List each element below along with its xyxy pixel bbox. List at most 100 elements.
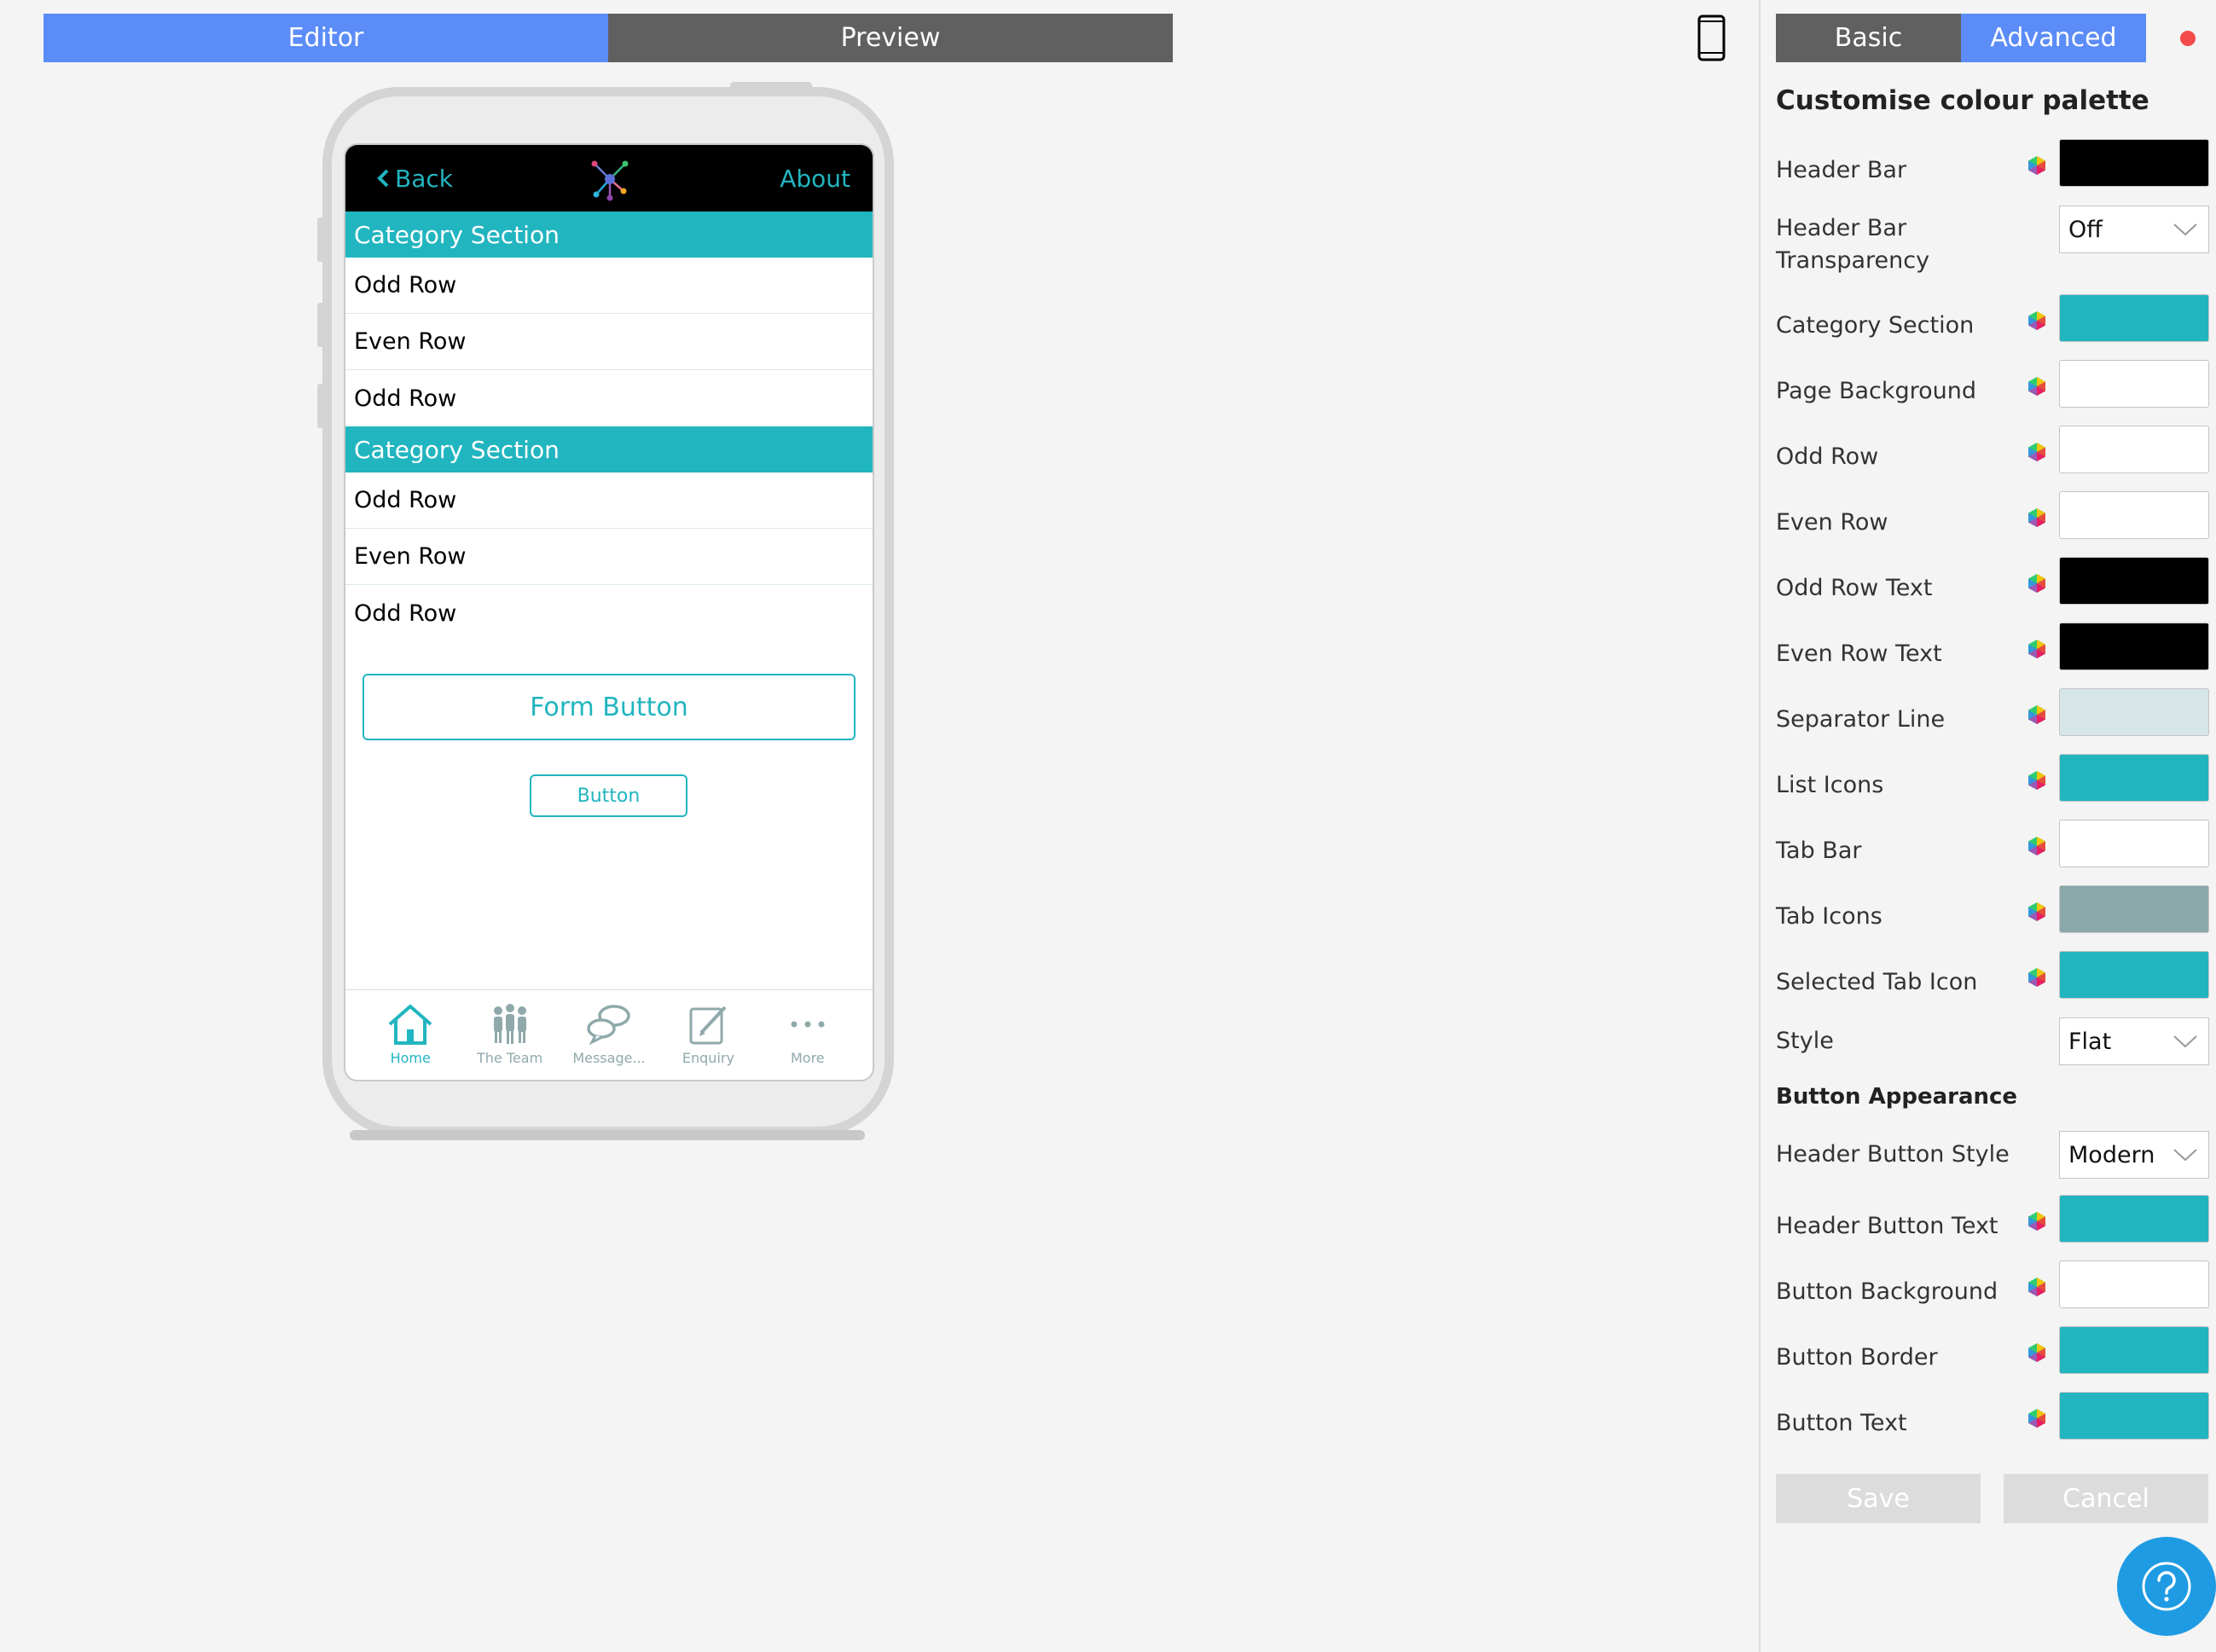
- cancel-button[interactable]: Cancel: [2004, 1474, 2208, 1523]
- list-row-odd[interactable]: Odd Row: [345, 585, 873, 641]
- color-palette-icon[interactable]: [2027, 442, 2047, 462]
- color-palette-icon[interactable]: [2027, 1408, 2047, 1429]
- app-header-bar: Back About: [345, 145, 873, 212]
- chat-icon: [587, 1005, 630, 1046]
- button-appearance-title: Button Appearance: [1776, 1084, 2018, 1110]
- panel-tabs: Basic Advanced: [1776, 14, 2146, 62]
- tab-home[interactable]: Home: [361, 990, 460, 1080]
- page-background-swatch[interactable]: [2059, 360, 2209, 408]
- header-bar-label: Header Bar: [1776, 157, 1907, 183]
- color-palette-icon[interactable]: [2027, 639, 2047, 659]
- odd-row-text-swatch[interactable]: [2059, 557, 2209, 605]
- back-button[interactable]: Back: [376, 145, 453, 212]
- select-value: Modern: [2068, 1141, 2155, 1168]
- tab-label: Enquiry: [682, 1050, 734, 1066]
- header-bar-transparency-label: Header Bar Transparency: [1776, 215, 1930, 274]
- odd-row-swatch[interactable]: [2059, 426, 2209, 473]
- tab-label: More: [790, 1050, 825, 1066]
- list-icons-swatch[interactable]: [2059, 754, 2209, 802]
- header-button-style-select[interactable]: Modern: [2059, 1131, 2209, 1179]
- separator-line-label: Separator Line: [1776, 706, 1946, 733]
- tab-more[interactable]: More: [758, 990, 857, 1080]
- team-icon: [493, 1004, 526, 1044]
- tab-editor[interactable]: Editor: [44, 14, 608, 62]
- tab-basic[interactable]: Basic: [1776, 14, 1961, 62]
- about-button[interactable]: About: [780, 145, 850, 212]
- tab-messages[interactable]: Message...: [560, 990, 658, 1080]
- list-row-even[interactable]: Even Row: [345, 314, 873, 370]
- color-palette-icon[interactable]: [2027, 1277, 2047, 1297]
- tab-icons-swatch[interactable]: [2059, 885, 2209, 933]
- tab-bar-swatch[interactable]: [2059, 820, 2209, 867]
- list-row-odd[interactable]: Odd Row: [345, 472, 873, 529]
- list-row-odd[interactable]: Odd Row: [345, 370, 873, 426]
- list-row-odd[interactable]: Odd Row: [345, 258, 873, 314]
- list-row-even[interactable]: Even Row: [345, 529, 873, 585]
- category-section-header: Category Section: [345, 212, 873, 258]
- even-row-text-swatch[interactable]: [2059, 623, 2209, 670]
- separator-line-swatch[interactable]: [2059, 688, 2209, 736]
- even-row-swatch[interactable]: [2059, 491, 2209, 539]
- color-palette-icon[interactable]: [2027, 1342, 2047, 1363]
- color-palette-icon[interactable]: [2027, 770, 2047, 791]
- color-palette-icon[interactable]: [2027, 376, 2047, 397]
- color-palette-icon[interactable]: [2027, 573, 2047, 594]
- select-value: Off: [2068, 216, 2103, 243]
- style-label: Style: [1776, 1028, 1834, 1054]
- tab-preview[interactable]: Preview: [608, 14, 1173, 62]
- category-section-swatch[interactable]: [2059, 294, 2209, 342]
- color-palette-icon[interactable]: [2027, 310, 2047, 331]
- app-button[interactable]: Button: [530, 774, 687, 817]
- button-border-label: Button Border: [1776, 1344, 1938, 1371]
- mode-tabs: Editor Preview: [44, 14, 1173, 62]
- list-icons-label: List Icons: [1776, 772, 1884, 798]
- network-logo-icon: [591, 160, 629, 201]
- color-palette-icon[interactable]: [2027, 836, 2047, 856]
- tab-label: Home: [390, 1050, 431, 1066]
- button-text-label: Button Text: [1776, 1410, 1907, 1436]
- save-button[interactable]: Save: [1776, 1474, 1981, 1523]
- even-row-text-label: Even Row Text: [1776, 641, 1942, 667]
- panel-title: Customise colour palette: [1776, 85, 2149, 116]
- header-button-text-swatch[interactable]: [2059, 1195, 2209, 1243]
- phone-screen: Back About Category Section Odd Row Even…: [344, 143, 874, 1081]
- selected-tab-icon-swatch[interactable]: [2059, 951, 2209, 999]
- back-label: Back: [395, 164, 453, 193]
- color-palette-icon[interactable]: [2027, 155, 2047, 176]
- chevron-down-icon: [2173, 1149, 2197, 1162]
- select-value: Flat: [2068, 1028, 2112, 1055]
- odd-row-label: Odd Row: [1776, 443, 1879, 470]
- header-bar-swatch[interactable]: [2059, 139, 2209, 187]
- color-palette-icon[interactable]: [2027, 1211, 2047, 1232]
- selected-tab-icon-label: Selected Tab Icon: [1776, 969, 1978, 995]
- tab-label: The Team: [477, 1050, 543, 1066]
- color-palette-icon[interactable]: [2027, 507, 2047, 528]
- style-select[interactable]: Flat: [2059, 1017, 2209, 1065]
- help-question-icon: [2142, 1562, 2191, 1611]
- color-palette-icon[interactable]: [2027, 967, 2047, 988]
- color-palette-icon[interactable]: [2027, 704, 2047, 725]
- odd-row-text-label: Odd Row Text: [1776, 575, 1933, 601]
- more-icon: [791, 1021, 825, 1028]
- tab-advanced[interactable]: Advanced: [1961, 14, 2146, 62]
- tab-icons-label: Tab Icons: [1776, 903, 1882, 930]
- help-button[interactable]: [2117, 1537, 2216, 1636]
- tab-the-team[interactable]: The Team: [460, 990, 559, 1080]
- app-tab-bar: Home The Team Message... Enquiry More: [345, 989, 873, 1080]
- header-bar-transparency-select[interactable]: Off: [2059, 206, 2209, 253]
- color-palette-icon[interactable]: [2027, 901, 2047, 922]
- button-background-swatch[interactable]: [2059, 1261, 2209, 1308]
- button-border-swatch[interactable]: [2059, 1326, 2209, 1374]
- button-text-swatch[interactable]: [2059, 1392, 2209, 1440]
- form-button[interactable]: Form Button: [363, 674, 856, 740]
- chevron-down-icon: [2173, 223, 2197, 236]
- tab-enquiry[interactable]: Enquiry: [658, 990, 757, 1080]
- home-icon: [388, 1004, 432, 1045]
- category-section-header: Category Section: [345, 426, 873, 472]
- header-button-style-label: Header Button Style: [1776, 1141, 2010, 1168]
- category-section-label: Category Section: [1776, 312, 1975, 339]
- edit-icon: [689, 1006, 727, 1045]
- smartphone-icon[interactable]: [1697, 14, 1726, 61]
- phone-shadow: [350, 1130, 865, 1140]
- even-row-label: Even Row: [1776, 509, 1888, 536]
